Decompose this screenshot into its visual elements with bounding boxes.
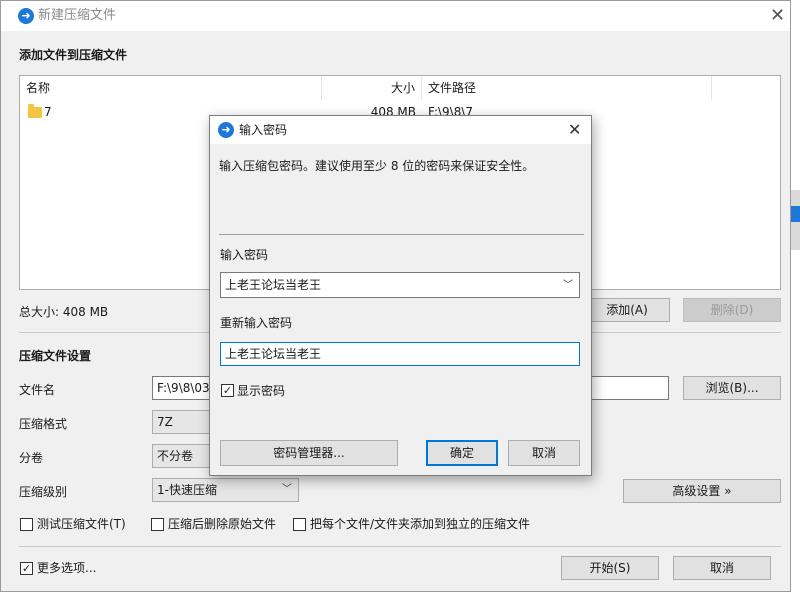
password-dialog: ➜ 输入密码 ✕ 输入压缩包密码。建议使用至少 8 位的密码来保证安全性。 输入… xyxy=(209,115,592,476)
browse-button[interactable]: 浏览(B)... xyxy=(683,376,781,400)
format-label: 压缩格式 xyxy=(19,417,68,431)
delete-button[interactable]: 删除(D) xyxy=(683,298,781,322)
password-field[interactable]: 上老王论坛当老王 ﹀ xyxy=(220,272,580,298)
dialog-titlebar: ➜ 输入密码 ✕ xyxy=(210,116,591,144)
dialog-title: 输入密码 xyxy=(239,123,288,137)
password-manager-button[interactable]: 密码管理器... xyxy=(220,440,398,466)
confirm-password-field[interactable]: 上老王论坛当老王 xyxy=(220,342,580,366)
level-label: 压缩级别 xyxy=(19,485,68,499)
row-name: 7 xyxy=(44,105,52,119)
confirm-password-label: 重新输入密码 xyxy=(220,316,293,330)
filename-label: 文件名 xyxy=(19,383,56,397)
background-help-icon xyxy=(791,206,800,222)
test-archive-label[interactable]: 测试压缩文件(T) xyxy=(37,517,126,531)
add-files-section-title: 添加文件到压缩文件 xyxy=(19,48,128,62)
archive-app-icon: ➜ xyxy=(218,122,234,138)
close-icon[interactable]: ✕ xyxy=(770,7,785,25)
advanced-settings-button[interactable]: 高级设置 » xyxy=(623,479,781,503)
format-value: 7Z xyxy=(157,415,173,429)
show-password-label[interactable]: 显示密码 xyxy=(237,384,285,398)
level-value: 1-快速压缩 xyxy=(157,483,217,497)
password-value: 上老王论坛当老王 xyxy=(225,278,322,292)
more-options-label[interactable]: 更多选项... xyxy=(37,561,96,575)
ok-button[interactable]: 确定 xyxy=(426,440,498,466)
dialog-cancel-button[interactable]: 取消 xyxy=(508,440,580,466)
column-header-name[interactable]: 名称 xyxy=(20,76,322,100)
chevron-down-icon: ﹀ xyxy=(282,484,292,495)
dialog-description: 输入压缩包密码。建议使用至少 8 位的密码来保证安全性。 xyxy=(219,159,535,173)
column-header-path[interactable]: 文件路径 xyxy=(422,76,712,100)
add-button[interactable]: 添加(A) xyxy=(584,298,670,322)
divider xyxy=(19,546,781,547)
main-titlebar: ➜ 新建压缩文件 ✕ xyxy=(1,1,790,31)
check-icon: ✓ xyxy=(21,562,32,575)
main-window-title: 新建压缩文件 xyxy=(38,8,117,23)
split-label: 分卷 xyxy=(19,451,44,465)
separate-archives-checkbox[interactable] xyxy=(293,518,306,531)
start-button[interactable]: 开始(S) xyxy=(561,556,659,580)
column-header-size[interactable]: 大小 xyxy=(322,76,422,100)
level-select[interactable]: 1-快速压缩 ﹀ xyxy=(152,478,299,502)
delete-after-checkbox[interactable] xyxy=(151,518,164,531)
chevron-down-icon[interactable]: ﹀ xyxy=(563,274,573,297)
split-value: 不分卷 xyxy=(157,449,194,463)
close-icon[interactable]: ✕ xyxy=(568,121,581,139)
test-archive-checkbox[interactable] xyxy=(20,518,33,531)
folder-icon xyxy=(28,104,42,118)
total-size: 总大小: 408 MB xyxy=(19,305,109,319)
check-icon: ✓ xyxy=(222,384,233,397)
show-password-checkbox[interactable]: ✓ xyxy=(221,384,234,397)
divider xyxy=(219,234,584,235)
archive-settings-title: 压缩文件设置 xyxy=(19,349,92,363)
delete-after-label[interactable]: 压缩后删除原始文件 xyxy=(168,517,276,531)
separate-archives-label[interactable]: 把每个文件/文件夹添加到独立的压缩文件 xyxy=(310,517,530,531)
archive-app-icon: ➜ xyxy=(18,8,34,24)
cancel-button[interactable]: 取消 xyxy=(673,556,771,580)
password-label: 输入密码 xyxy=(220,248,269,262)
more-options-checkbox[interactable]: ✓ xyxy=(20,562,33,575)
